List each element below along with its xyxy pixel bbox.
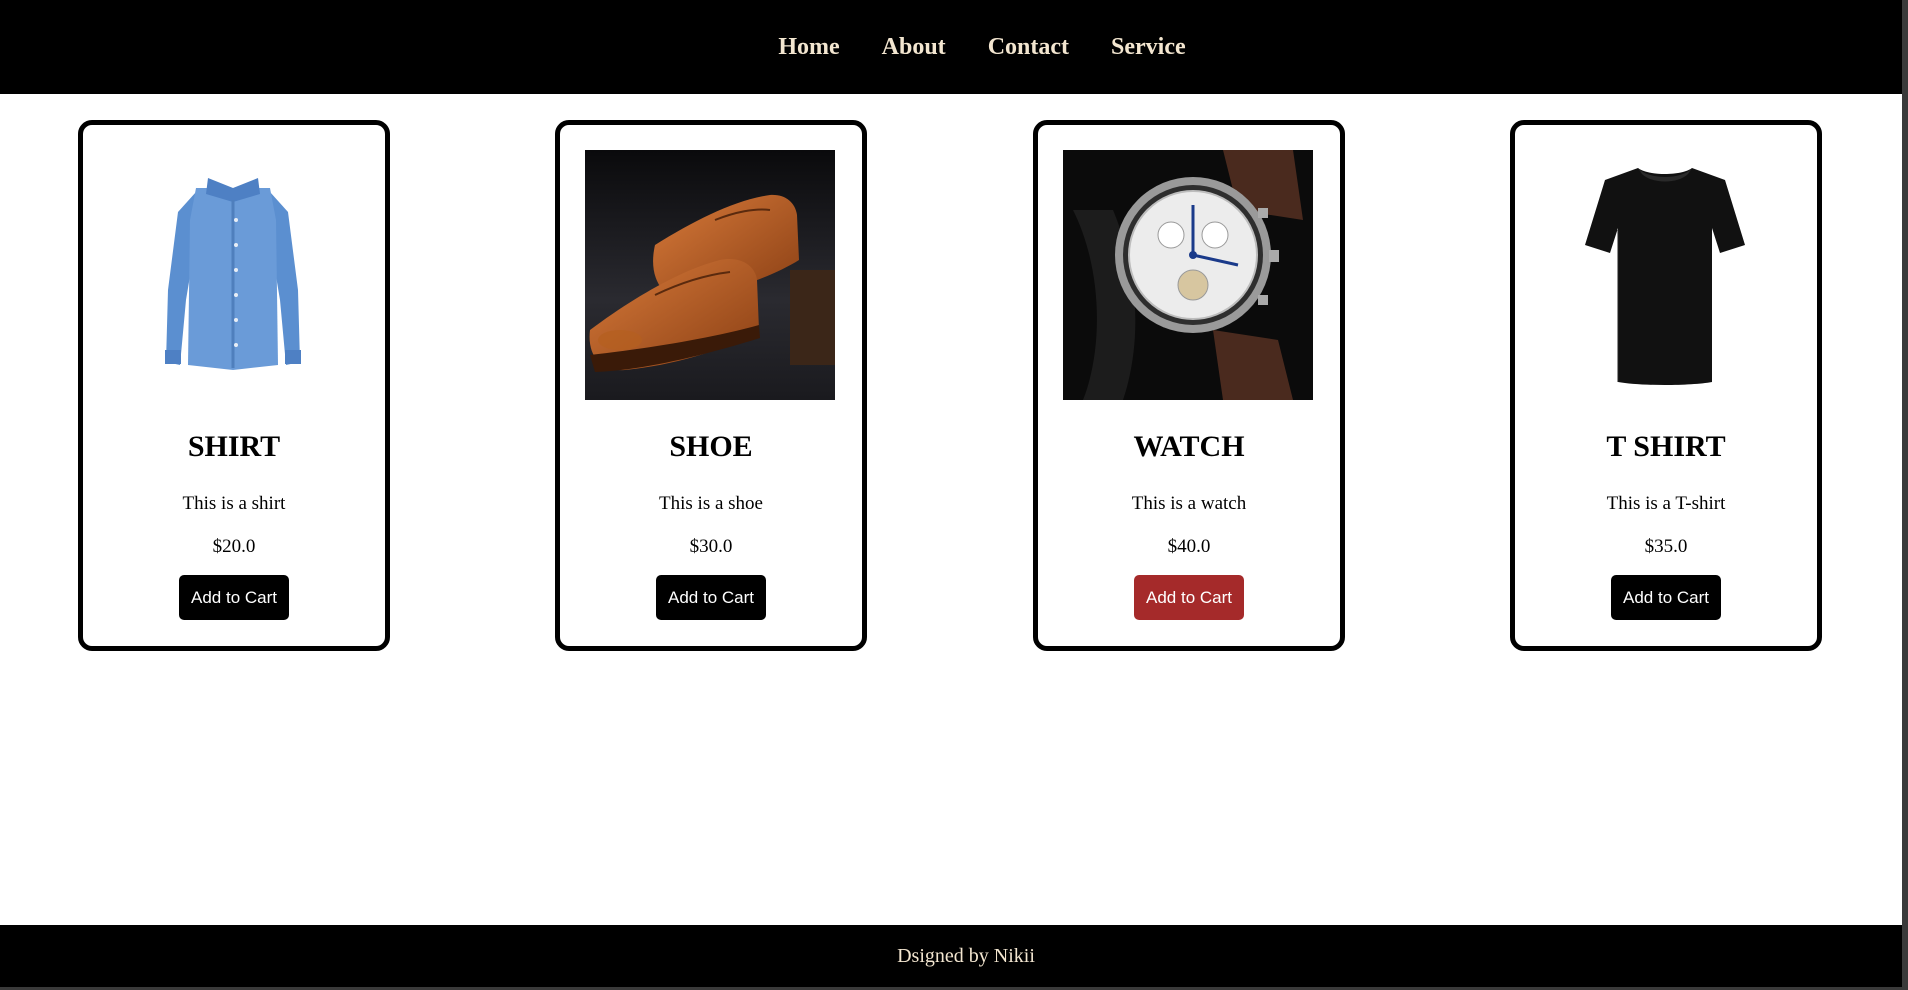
- product-price: $40.0: [1167, 536, 1211, 557]
- product-card-shoe: SHOE This is a shoe $30.0 Add to Cart: [555, 120, 867, 651]
- brown-shoe-image: [585, 150, 835, 400]
- product-description: This is a watch: [1131, 493, 1247, 514]
- add-to-cart-button[interactable]: Add to Cart: [1134, 575, 1244, 620]
- top-navbar: Home About Contact Service: [0, 0, 1902, 94]
- nav-link-service[interactable]: Service: [1111, 34, 1186, 61]
- product-price: $35.0: [1644, 536, 1688, 557]
- product-card-watch: WATCH This is a watch $40.0 Add to Cart: [1033, 120, 1345, 651]
- footer-credit: Dsigned by Nikii: [897, 944, 1035, 967]
- add-to-cart-button[interactable]: Add to Cart: [1611, 575, 1721, 620]
- product-title: SHOE: [669, 430, 753, 463]
- nav-link-contact[interactable]: Contact: [988, 34, 1069, 61]
- product-card-tshirt: T SHIRT This is a T-shirt $35.0 Add to C…: [1510, 120, 1822, 651]
- black-tshirt-image: [1540, 150, 1790, 400]
- product-title: SHIRT: [187, 430, 281, 463]
- nav-link-about[interactable]: About: [882, 34, 946, 61]
- add-to-cart-button[interactable]: Add to Cart: [179, 575, 289, 620]
- add-to-cart-button[interactable]: Add to Cart: [656, 575, 766, 620]
- nav-link-home[interactable]: Home: [778, 34, 839, 61]
- product-description: This is a shoe: [659, 493, 763, 514]
- product-title: WATCH: [1133, 430, 1245, 463]
- product-description: This is a T-shirt: [1606, 493, 1726, 514]
- product-title: T SHIRT: [1606, 430, 1726, 463]
- footer: Dsigned by Nikii: [0, 925, 1902, 987]
- blue-shirt-image: [108, 150, 358, 400]
- product-card-shirt: SHIRT This is a shirt $20.0 Add to Cart: [78, 120, 390, 651]
- product-description: This is a shirt: [182, 493, 286, 514]
- page: Home About Contact Service SHIRT This is…: [0, 0, 1902, 987]
- watch-image: [1063, 150, 1313, 400]
- product-price: $20.0: [212, 536, 256, 557]
- product-price: $30.0: [689, 536, 733, 557]
